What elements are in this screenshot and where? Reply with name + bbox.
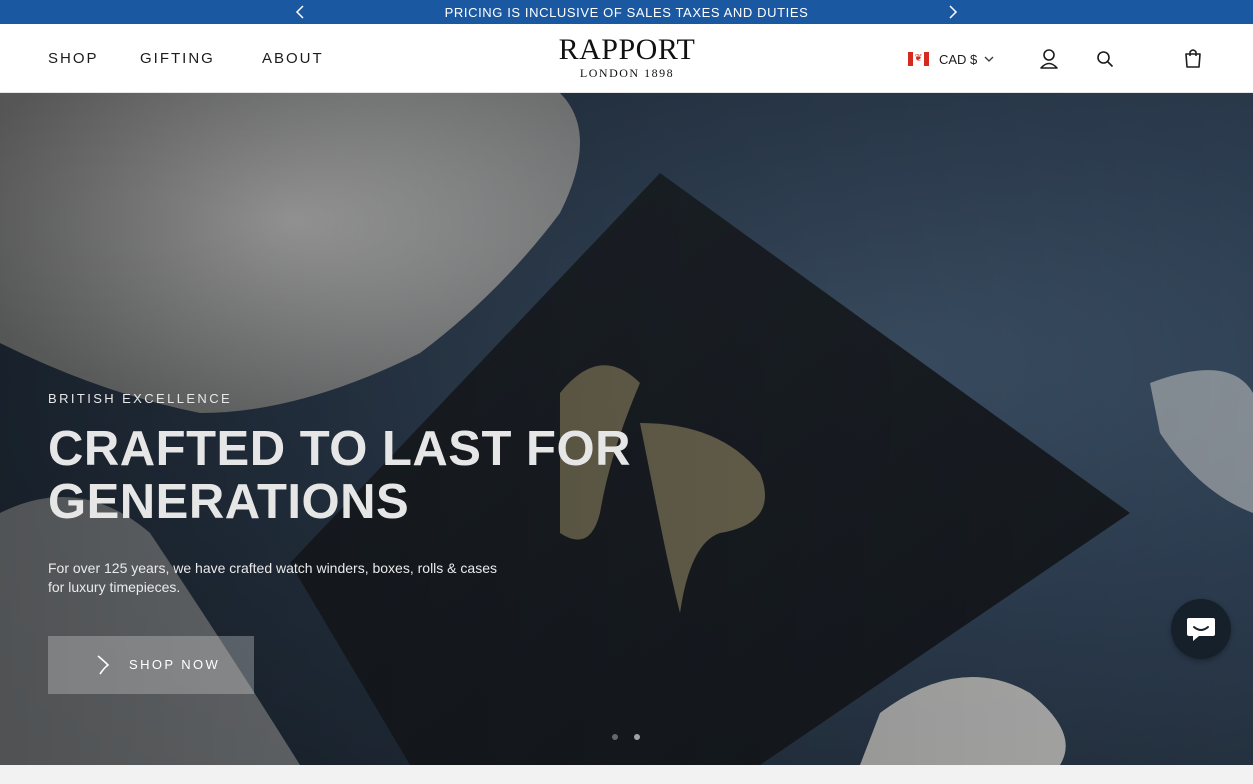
slider-dot-2[interactable]	[634, 734, 640, 740]
nav-item-shop[interactable]: SHOP	[48, 50, 99, 67]
cart-button[interactable]	[1184, 48, 1202, 73]
chevron-right-icon	[949, 5, 958, 19]
logo-wordmark: RAPPORT	[558, 33, 696, 66]
chevron-down-icon	[984, 56, 994, 62]
chat-button[interactable]	[1171, 599, 1231, 659]
site-header: SHOP GIFTING ABOUT RAPPORT LONDON 1898 ❦…	[0, 24, 1253, 93]
currency-selector[interactable]: ❦ CAD $	[908, 50, 994, 68]
nav-item-gifting[interactable]: GIFTING	[140, 50, 215, 67]
shop-now-button[interactable]: SHOP NOW	[48, 636, 254, 694]
shop-now-label: SHOP NOW	[129, 657, 221, 672]
hero-eyebrow: BRITISH EXCELLENCE	[48, 391, 233, 406]
hero-headline: CRAFTED TO LAST FOR GENERATIONS	[48, 423, 688, 529]
announcement-text: PRICING IS INCLUSIVE OF SALES TAXES AND …	[444, 5, 809, 20]
hero-description: For over 125 years, we have crafted watc…	[48, 559, 518, 597]
currency-label: CAD $	[939, 51, 978, 67]
hero-banner: BRITISH EXCELLENCE CRAFTED TO LAST FOR G…	[0, 93, 1253, 765]
hero-description-line2: for luxury timepieces.	[48, 579, 181, 595]
nav-item-about[interactable]: ABOUT	[262, 50, 324, 67]
logo-subtitle: LONDON 1898	[579, 66, 675, 80]
announcement-next-button[interactable]	[945, 3, 961, 21]
search-icon	[1097, 51, 1114, 68]
canada-flag-icon: ❦	[908, 52, 929, 66]
hero-headline-line2: GENERATIONS	[48, 475, 410, 529]
chat-bubble-icon	[1187, 618, 1215, 641]
account-button[interactable]	[1039, 48, 1059, 75]
slider-pagination	[612, 734, 640, 740]
hero-description-line1: For over 125 years, we have crafted watc…	[48, 560, 497, 576]
hero-headline-line1: CRAFTED TO LAST FOR	[48, 422, 631, 476]
announcement-bar: PRICING IS INCLUSIVE OF SALES TAXES AND …	[0, 0, 1253, 24]
site-logo[interactable]: RAPPORT LONDON 1898	[548, 35, 706, 81]
user-icon	[1040, 49, 1058, 69]
slider-dot-1[interactable]	[612, 734, 618, 740]
page-bottom-strip	[0, 765, 1253, 784]
arrow-flourish-icon	[97, 655, 110, 675]
shopping-bag-icon	[1185, 49, 1201, 68]
search-button[interactable]	[1096, 50, 1114, 73]
